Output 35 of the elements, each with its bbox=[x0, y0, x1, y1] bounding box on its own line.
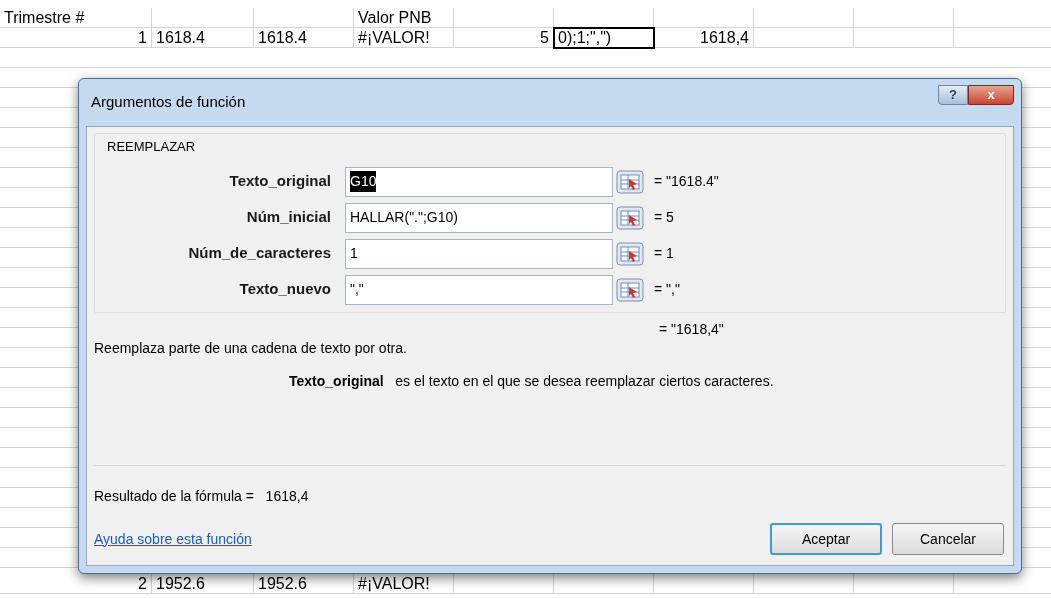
table-cell[interactable]: #¡VALOR! bbox=[354, 28, 454, 48]
range-select-icon[interactable] bbox=[616, 169, 644, 194]
table-cell[interactable]: 1 bbox=[0, 28, 152, 48]
window-title: Argumentos de función bbox=[91, 92, 246, 113]
argument-label: Texto_original bbox=[228, 171, 332, 192]
argument-result: = 5 bbox=[654, 208, 674, 227]
function-description: Reemplaza parte de una cadena de texto por otra. bbox=[94, 339, 408, 358]
range-select-icon[interactable] bbox=[616, 277, 644, 302]
formula-result: Resultado de la fórmula = 1618,4 bbox=[94, 487, 310, 506]
argument-description: Texto_original es el texto en el que se desea reemplazar ciertos caracteres. bbox=[289, 372, 775, 391]
table-cell[interactable]: 1618,4 bbox=[654, 28, 754, 48]
table-cell[interactable]: 1618.4 bbox=[254, 28, 354, 48]
dialog-button[interactable]: Aceptar bbox=[770, 523, 882, 555]
range-select-icon[interactable] bbox=[616, 205, 644, 230]
help-link[interactable]: Ayuda sobre esta función bbox=[94, 528, 252, 550]
argument-result: = "1618.4" bbox=[654, 172, 719, 191]
table-cell[interactable]: 5 bbox=[454, 28, 554, 48]
result-value: = "1618,4" bbox=[659, 320, 724, 339]
argument-result: = 1 bbox=[654, 244, 674, 263]
argument-field[interactable]: G10 bbox=[345, 166, 613, 197]
argument-field[interactable]: "," bbox=[345, 274, 613, 305]
table-cell[interactable]: Valor PNB bbox=[354, 8, 454, 28]
table-cell[interactable]: Trimestre # bbox=[0, 8, 152, 28]
argument-field[interactable]: 1 bbox=[345, 238, 613, 269]
group-title: REEMPLAZAR bbox=[107, 138, 197, 156]
argument-label: Texto_nuevo bbox=[238, 279, 332, 300]
argument-field[interactable]: HALLAR(".";G10) bbox=[345, 202, 613, 233]
range-select-icon[interactable] bbox=[616, 241, 644, 266]
argument-label: Núm_de_caracteres bbox=[187, 243, 332, 264]
help-button[interactable]: ? bbox=[938, 85, 968, 105]
dialog-button[interactable]: Cancelar bbox=[892, 523, 1004, 555]
argument-result: = "," bbox=[654, 280, 680, 299]
table-cell[interactable]: 0);1;",") bbox=[554, 28, 654, 48]
argument-label: Núm_inicial bbox=[245, 207, 332, 228]
table-cell[interactable]: 1618.4 bbox=[152, 28, 254, 48]
